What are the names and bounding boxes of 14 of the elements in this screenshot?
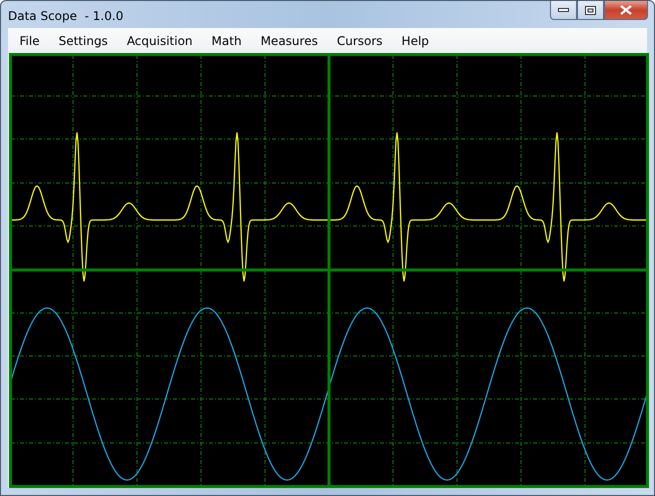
- minimize-icon: [558, 8, 569, 12]
- close-icon: [620, 5, 632, 15]
- menu-item[interactable]: Help: [392, 34, 438, 48]
- close-button[interactable]: [604, 1, 648, 20]
- menu-item[interactable]: File: [10, 34, 50, 48]
- menu-item[interactable]: Math: [202, 34, 252, 48]
- menu-item[interactable]: Measures: [251, 34, 328, 48]
- minimize-button[interactable]: [550, 1, 577, 20]
- menu-item[interactable]: Acquisition: [117, 34, 202, 48]
- menu-item[interactable]: Cursors: [327, 34, 392, 48]
- window-title: Data Scope - 1.0.0: [8, 9, 124, 23]
- maximize-icon: [585, 6, 596, 14]
- maximize-button[interactable]: [577, 1, 604, 20]
- menu-item[interactable]: Settings: [49, 34, 118, 48]
